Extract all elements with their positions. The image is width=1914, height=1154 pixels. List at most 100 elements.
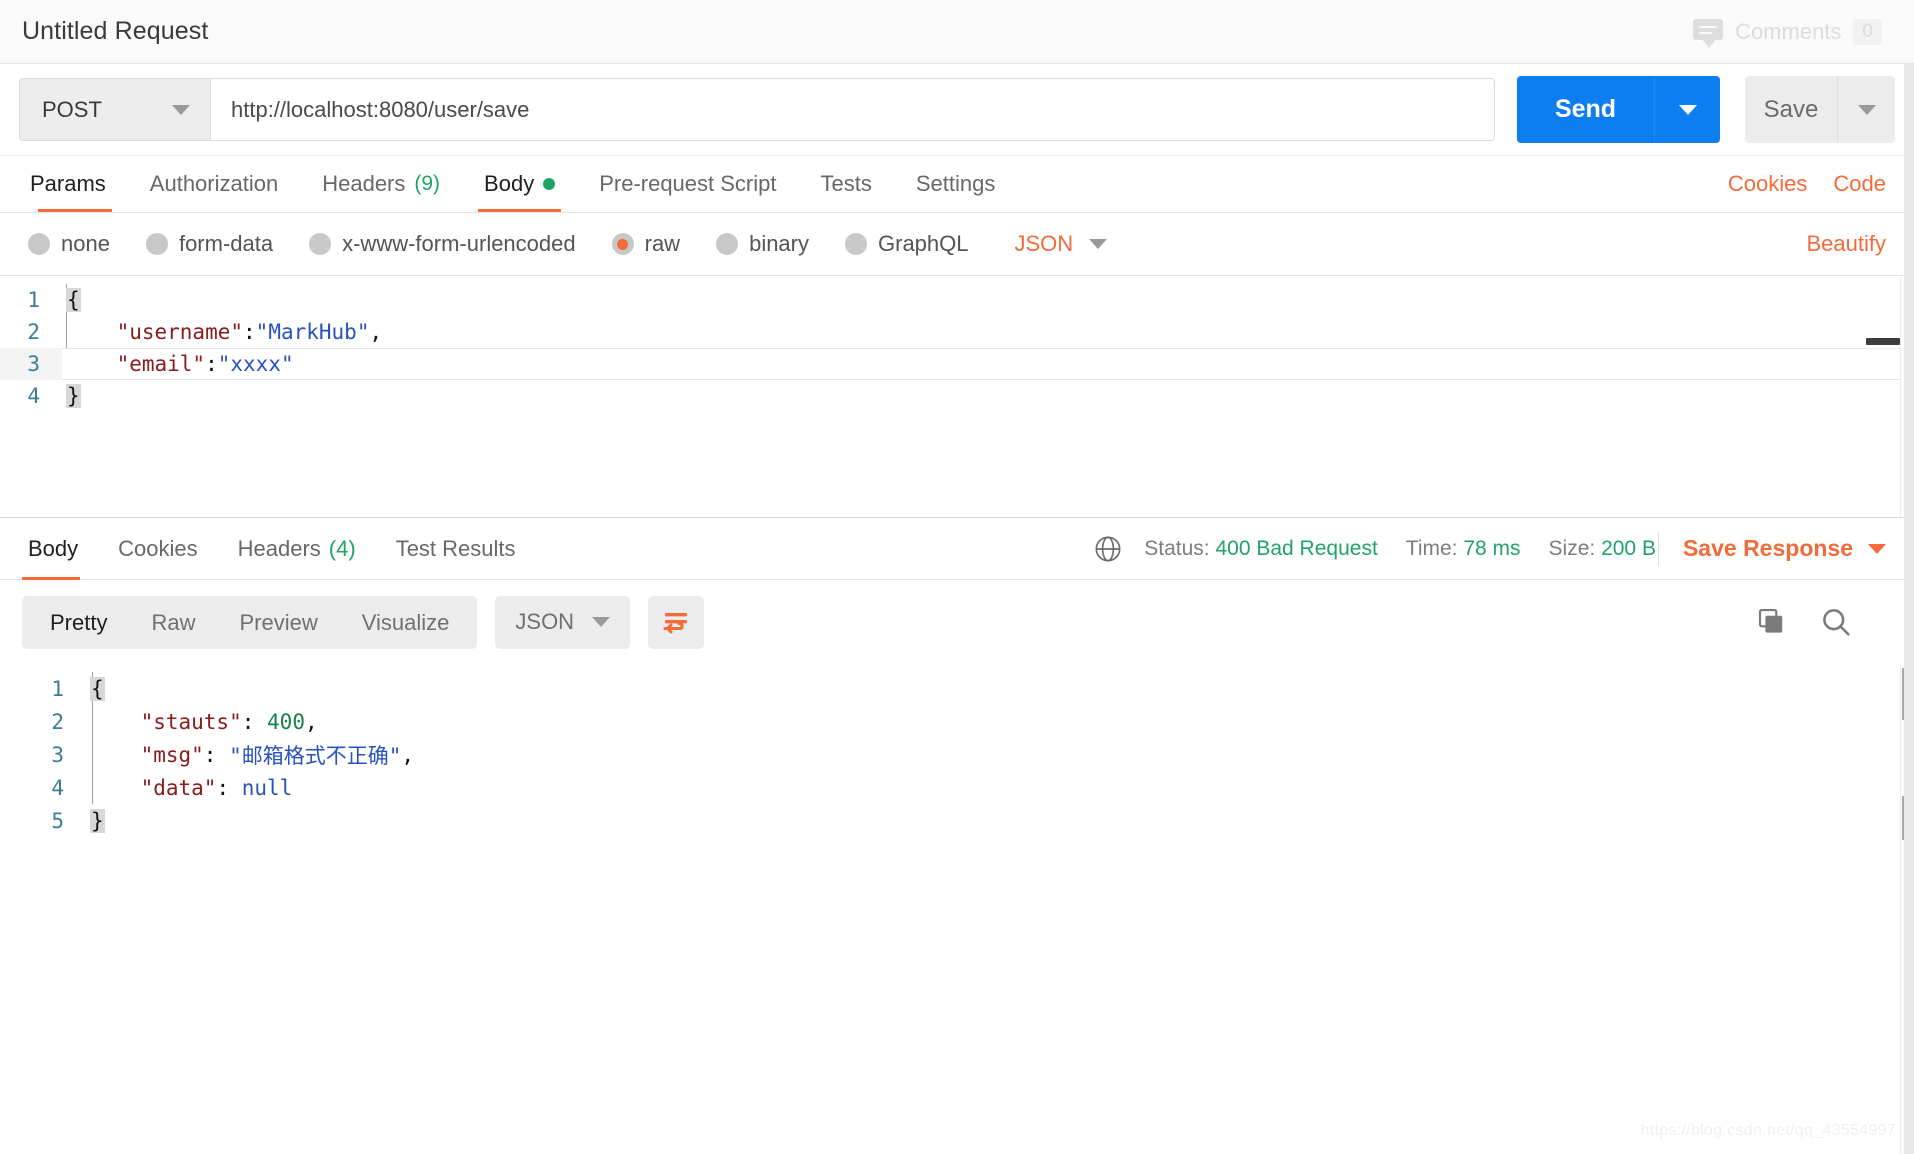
tab-label: Tests [820, 171, 872, 196]
status-group: Status: 400 Bad Request [1144, 537, 1378, 561]
response-tab-headers[interactable]: Headers (4) [218, 518, 376, 580]
radio-icon [716, 233, 739, 255]
radio-label: x-www-form-urlencoded [342, 231, 576, 256]
code-token: , [401, 742, 415, 767]
response-format-select[interactable]: JSON [495, 595, 631, 649]
tab-tests[interactable]: Tests [799, 156, 894, 212]
code-token: "data" [140, 775, 217, 800]
search-icon[interactable] [1820, 606, 1852, 638]
tab-label: Pre-request Script [599, 171, 777, 196]
code-text: } [62, 380, 1914, 412]
radio-label: form-data [178, 231, 274, 256]
code-line[interactable]: 5} [0, 804, 1914, 837]
format-value: JSON [515, 609, 575, 634]
code-line[interactable]: 2 "username": "MarkHub", [0, 316, 1914, 348]
response-tab-body[interactable]: Body [22, 518, 98, 580]
response-tab-test-results[interactable]: Test Results [376, 518, 536, 580]
code-text: "email": "xxxx" [62, 348, 1914, 380]
response-tab-cookies[interactable]: Cookies [98, 518, 217, 580]
http-method-select[interactable]: POST [19, 78, 210, 141]
response-meta: Status: 400 Bad Request Time: 78 ms Size… [1094, 531, 1892, 566]
save-button[interactable]: Save [1745, 76, 1837, 143]
request-code-area[interactable]: 1{2 "username": "MarkHub", 3 "email": "xxxx… [0, 276, 1914, 517]
tab-count: (9) [414, 172, 441, 195]
tab-label: Params [30, 171, 106, 196]
response-toolbar: Pretty Raw Preview Visualize JSON [0, 580, 1914, 664]
cookies-link[interactable]: Cookies [1728, 171, 1807, 197]
beautify-button[interactable]: Beautify [1807, 231, 1893, 257]
radio-icon [28, 233, 50, 255]
tab-settings[interactable]: Settings [894, 156, 1018, 212]
line-number: 5 [51, 808, 64, 833]
code-text: { [86, 673, 1914, 705]
code-text: "username": "MarkHub", [62, 316, 1914, 348]
save-response-label: Save Response [1682, 535, 1853, 561]
view-visualize[interactable]: Visualize [340, 596, 472, 649]
tab-authorization[interactable]: Authorization [128, 156, 300, 212]
postman-window: Untitled Request Comments 0 POST Send Sa… [0, 0, 1914, 1154]
body-type-none[interactable]: none [28, 231, 110, 257]
send-options-button[interactable] [1654, 76, 1720, 143]
tab-headers[interactable]: Headers (9) [300, 156, 462, 212]
code-line[interactable]: 4} [0, 380, 1914, 412]
request-body-editor[interactable]: 1{2 "username": "MarkHub", 3 "email": "xxxx… [0, 275, 1914, 518]
radio-label: raw [644, 231, 681, 256]
wrap-lines-button[interactable] [648, 595, 705, 649]
view-raw[interactable]: Raw [129, 596, 217, 649]
tab-label: Authorization [149, 171, 279, 196]
chevron-down-icon [1089, 239, 1108, 249]
tab-pre-request-script[interactable]: Pre-request Script [577, 156, 798, 212]
url-input[interactable] [210, 78, 1495, 141]
view-pretty[interactable]: Pretty [28, 596, 129, 649]
code-line[interactable]: 1{ [0, 284, 1914, 316]
send-button[interactable]: Send [1517, 76, 1654, 143]
code-line[interactable]: 2 "stauts": 400, [0, 705, 1914, 738]
save-options-button[interactable] [1837, 76, 1895, 143]
tab-body[interactable]: Body [462, 156, 577, 212]
response-view-switcher: Pretty Raw Preview Visualize [22, 595, 478, 649]
code-line[interactable]: 3 "msg": "邮箱格式不正确", [0, 738, 1914, 771]
title-bar: Untitled Request Comments 0 [0, 0, 1914, 64]
code-line[interactable]: 1{ [0, 672, 1914, 705]
divider [1657, 531, 1659, 566]
code-line[interactable]: 4 "data": null [0, 771, 1914, 804]
request-body-format-select[interactable]: JSON [1015, 231, 1108, 257]
chevron-down-icon [1868, 543, 1886, 554]
window-scrollbar[interactable] [1904, 64, 1914, 1154]
chevron-down-icon [1857, 104, 1876, 115]
response-code-area[interactable]: 1{2 "stauts": 400, 3 "msg": "邮箱格式不正确", 4 "… [0, 664, 1914, 1154]
code-token: null [241, 775, 293, 800]
body-type-binary[interactable]: binary [716, 231, 809, 257]
code-token: : [216, 775, 242, 800]
tab-params[interactable]: Params [22, 156, 128, 212]
code-link[interactable]: Code [1833, 171, 1886, 197]
comment-bubble-icon [1693, 18, 1724, 48]
code-token: "email" [116, 352, 206, 376]
line-number: 4 [27, 384, 40, 408]
body-type-form-data[interactable]: form-data [145, 231, 274, 257]
code-token: , [304, 709, 318, 734]
send-button-group: Send [1517, 76, 1720, 143]
copy-icon[interactable] [1756, 607, 1786, 637]
time-label: Time: [1405, 536, 1458, 560]
request-editor-h-scroll-thumb[interactable] [1866, 338, 1900, 345]
comments-button[interactable]: Comments 0 [1693, 18, 1892, 48]
response-body-editor[interactable]: 1{2 "stauts": 400, 3 "msg": "邮箱格式不正确", 4 "… [0, 664, 1914, 1154]
tab-label: Headers [322, 171, 406, 196]
radio-icon [145, 233, 168, 255]
code-token: "MarkHub" [255, 320, 370, 344]
tab-count: (4) [328, 535, 356, 561]
body-type-raw[interactable]: raw [611, 231, 681, 257]
tab-label: Body [28, 535, 79, 561]
code-line[interactable]: 3 "email": "xxxx" [0, 348, 1914, 380]
body-type-graphql[interactable]: GraphQL [845, 231, 969, 257]
body-type-urlencoded[interactable]: x-www-form-urlencoded [309, 231, 576, 257]
line-number: 3 [51, 742, 64, 767]
view-preview[interactable]: Preview [217, 596, 339, 649]
size-group: Size: 200 B [1549, 537, 1656, 561]
save-response-button[interactable]: Save Response [1683, 535, 1892, 562]
